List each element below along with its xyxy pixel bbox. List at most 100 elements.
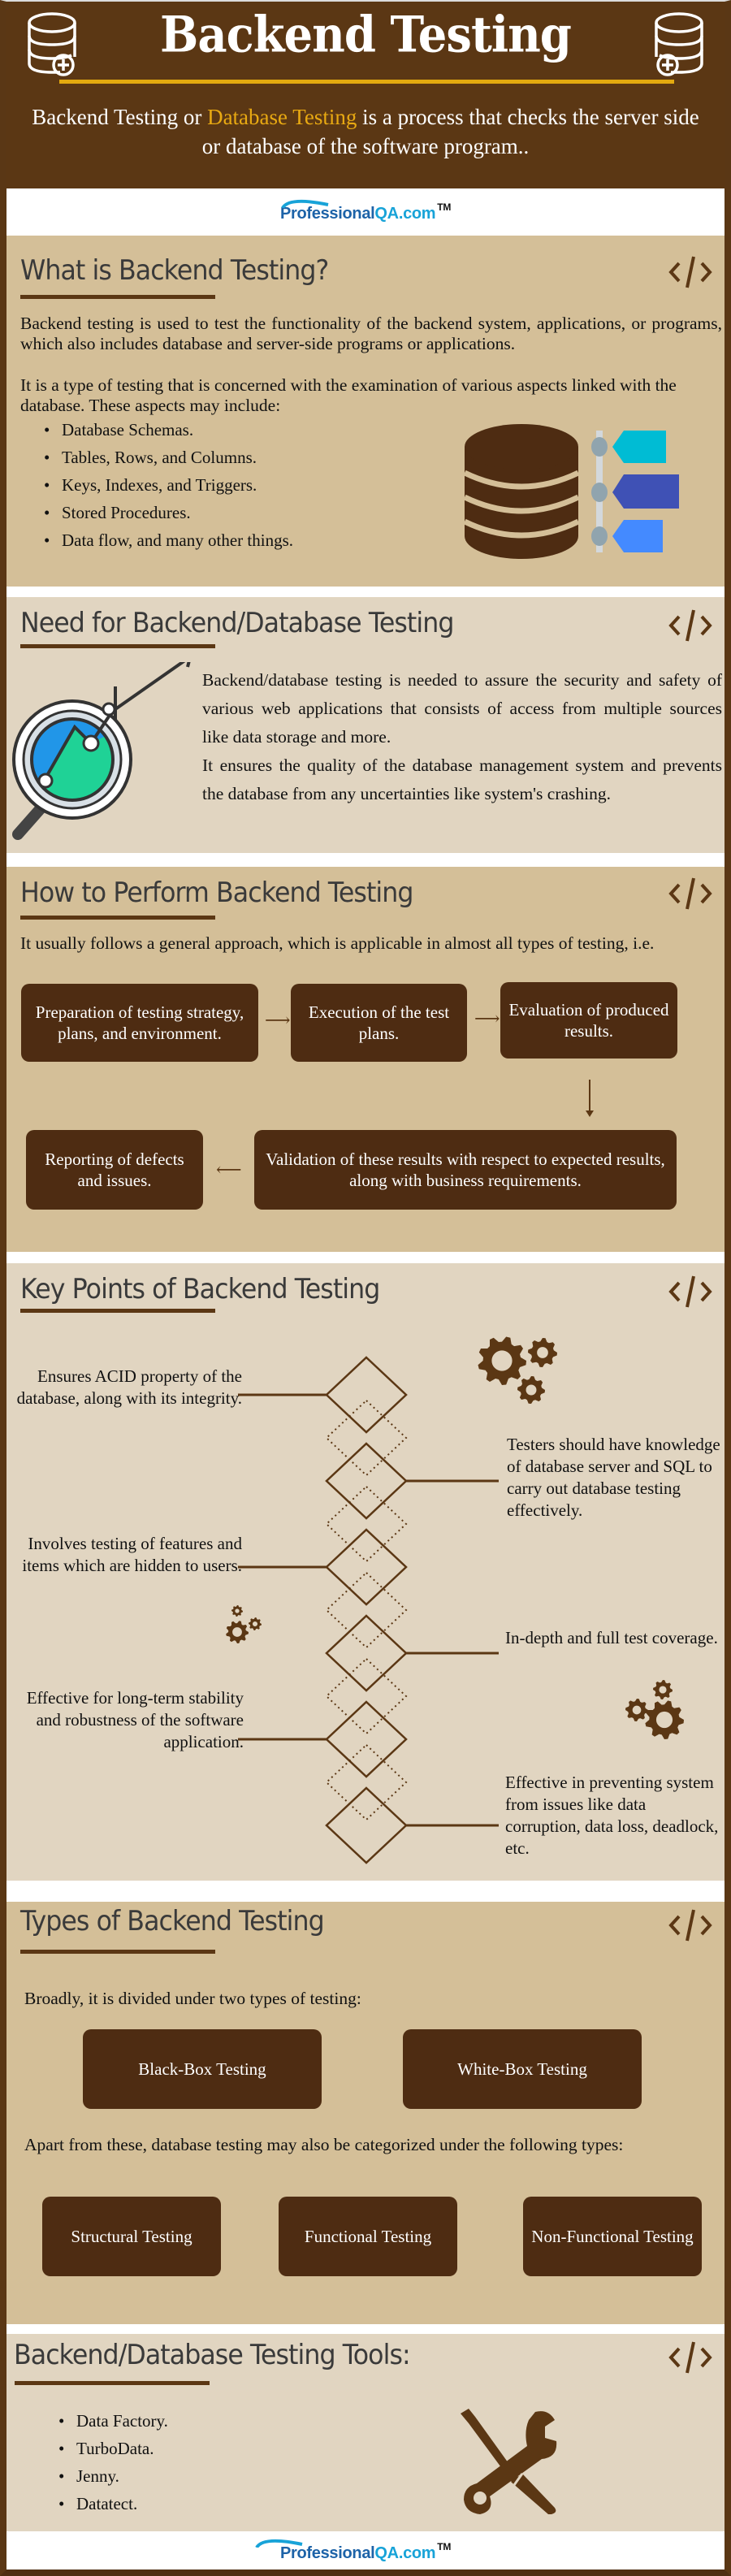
step-box: Reporting of defects and issues.: [26, 1130, 203, 1210]
section-need-for-testing: Need for Backend/Database Testing Backen…: [6, 597, 725, 853]
need-paragraph-2: It ensures the quality of the database m…: [202, 755, 722, 803]
how-intro: It usually follows a general approach, w…: [20, 933, 655, 953]
subtitle-text: Backend Testing or: [32, 105, 208, 129]
section-what-is-backend-testing: What is Backend Testing? Backend testing…: [6, 236, 725, 587]
section-title: Backend/Database Testing Tools:: [14, 2339, 411, 2371]
list-item: Jenny.: [58, 2462, 168, 2490]
type-box-non-functional: Non-Functional Testing: [523, 2197, 702, 2276]
section-title-underline: [20, 295, 215, 299]
gears-icon: [625, 1680, 684, 1739]
key-point: Testers should have knowledge of databas…: [507, 1435, 720, 1520]
list-item: TurboData.: [58, 2435, 168, 2462]
logo-trademark: TM: [437, 2541, 452, 2552]
header-banner: Backend Testing Backend Testing or Datab…: [6, 2, 725, 188]
section-title-underline: [15, 2381, 210, 2385]
code-icon: [668, 609, 712, 642]
timeline-diamond: [325, 1356, 408, 1434]
section-title: How to Perform Backend Testing: [20, 877, 413, 909]
list-item: Datatect.: [58, 2490, 168, 2518]
type-box-black-box: Black-Box Testing: [83, 2029, 322, 2109]
section-title-underline: [20, 916, 215, 920]
logo-band-top: ProfessionalQA.com TM: [6, 188, 725, 236]
dotted-diamond: [325, 1743, 408, 1821]
logo-band-bottom: ProfessionalQA.com TM: [6, 2531, 725, 2570]
professionalqa-logo[interactable]: ProfessionalQA.com TM: [6, 2539, 725, 2563]
tools-list: Data Factory. TurboData. Jenny. Datatect…: [58, 2407, 168, 2518]
section-title: What is Backend Testing?: [20, 254, 329, 287]
section-title-underline: [20, 644, 215, 648]
arrow-down-icon: [586, 1080, 594, 1117]
arrow-right-icon: ⟶: [474, 1008, 500, 1028]
list-item: Data Factory.: [58, 2407, 168, 2435]
step-box: Preparation of testing strategy, plans, …: [21, 984, 258, 1062]
types-intro: Broadly, it is divided under two types o…: [24, 1989, 361, 2008]
subtitle-highlight: Database Testing: [207, 105, 357, 129]
section-title: Need for Backend/Database Testing: [20, 607, 454, 639]
key-point: Ensures ACID property of the database, a…: [16, 1366, 242, 1408]
step-box: Validation of these results with respect…: [254, 1130, 677, 1210]
arrow-right-icon: ⟶: [265, 1010, 291, 1030]
magnifier-chart-icon: [12, 662, 191, 840]
section-types: Types of Backend Testing Broadly, it is …: [6, 1902, 725, 2324]
code-icon: [668, 2341, 712, 2374]
tools-icon: [461, 2409, 557, 2514]
section-how-to-perform: How to Perform Backend Testing It usuall…: [6, 867, 725, 1252]
key-point: In-depth and full test coverage.: [505, 1628, 718, 1647]
list-item: Tables, Rows, and Columns.: [44, 444, 293, 471]
gear-icon: [231, 1605, 243, 1617]
title-underline: [59, 80, 674, 84]
timeline-diamond: [325, 1614, 408, 1692]
types-intro-2: Apart from these, database testing may a…: [24, 2135, 624, 2154]
type-box-structural: Structural Testing: [42, 2197, 221, 2276]
section-title-underline: [20, 1950, 215, 1954]
timeline-diamond: [325, 1786, 408, 1864]
gear-icon: [528, 1338, 557, 1367]
code-icon: [668, 256, 712, 288]
gear-icon: [249, 1617, 262, 1630]
dotted-diamond: [325, 1399, 408, 1477]
professionalqa-logo[interactable]: ProfessionalQA.com TM: [6, 199, 725, 223]
what-paragraph-1: Backend testing is used to test the func…: [20, 314, 722, 353]
key-point: Effective for long-term stability and ro…: [26, 1688, 244, 1751]
dotted-diamond: [325, 1571, 408, 1649]
section-title: Types of Backend Testing: [20, 1905, 325, 1937]
need-paragraph-1: Backend/database testing is needed to as…: [202, 670, 722, 747]
section-tools: Backend/Database Testing Tools: Data Fac…: [6, 2334, 725, 2531]
dotted-diamond: [325, 1485, 408, 1563]
database-add-icon: [655, 12, 703, 76]
logo-arc-icon: [255, 2539, 303, 2548]
what-paragraph-2: It is a type of testing that is concerne…: [20, 375, 677, 415]
section-key-points: Key Points of Backend Testing Ensures AC…: [6, 1263, 725, 1881]
list-item: Stored Procedures.: [44, 499, 293, 526]
key-point: Effective in preventing system from issu…: [505, 1773, 719, 1858]
gears-icon: [226, 1605, 262, 1643]
gears-icon: [478, 1336, 557, 1404]
timeline-diamond: [325, 1528, 408, 1606]
logo-text: .com: [398, 205, 436, 223]
dotted-diamond: [325, 1657, 408, 1735]
page-subtitle: Backend Testing or Database Testing is a…: [23, 102, 708, 161]
type-box-functional: Functional Testing: [279, 2197, 457, 2276]
timeline-diamond: [325, 1442, 408, 1520]
list-item: Data flow, and many other things.: [44, 526, 293, 554]
arrow-left-icon: ⟵: [216, 1159, 242, 1180]
logo-text: .com: [398, 2544, 436, 2562]
step-box: Evaluation of produced results.: [500, 982, 677, 1059]
page-title: Backend Testing: [160, 6, 572, 64]
gear-icon: [645, 1700, 684, 1739]
gear-icon: [517, 1376, 545, 1404]
list-item: Database Schemas.: [44, 416, 293, 444]
gear-icon: [625, 1699, 648, 1721]
gear-icon: [226, 1621, 249, 1643]
list-item: Keys, Indexes, and Triggers.: [44, 471, 293, 499]
logo-trademark: TM: [437, 201, 452, 213]
step-box: Execution of the test plans.: [291, 984, 467, 1062]
logo-text: QA: [374, 2544, 399, 2562]
database-tags-icon: [463, 424, 679, 559]
what-aspects-list: Database Schemas. Tables, Rows, and Colu…: [44, 416, 293, 554]
key-point: Involves testing of features and items w…: [22, 1534, 242, 1575]
timeline-diamond: [325, 1700, 408, 1778]
code-icon: [668, 1909, 712, 1942]
gear-icon: [653, 1680, 673, 1699]
gear-icon: [478, 1336, 526, 1385]
